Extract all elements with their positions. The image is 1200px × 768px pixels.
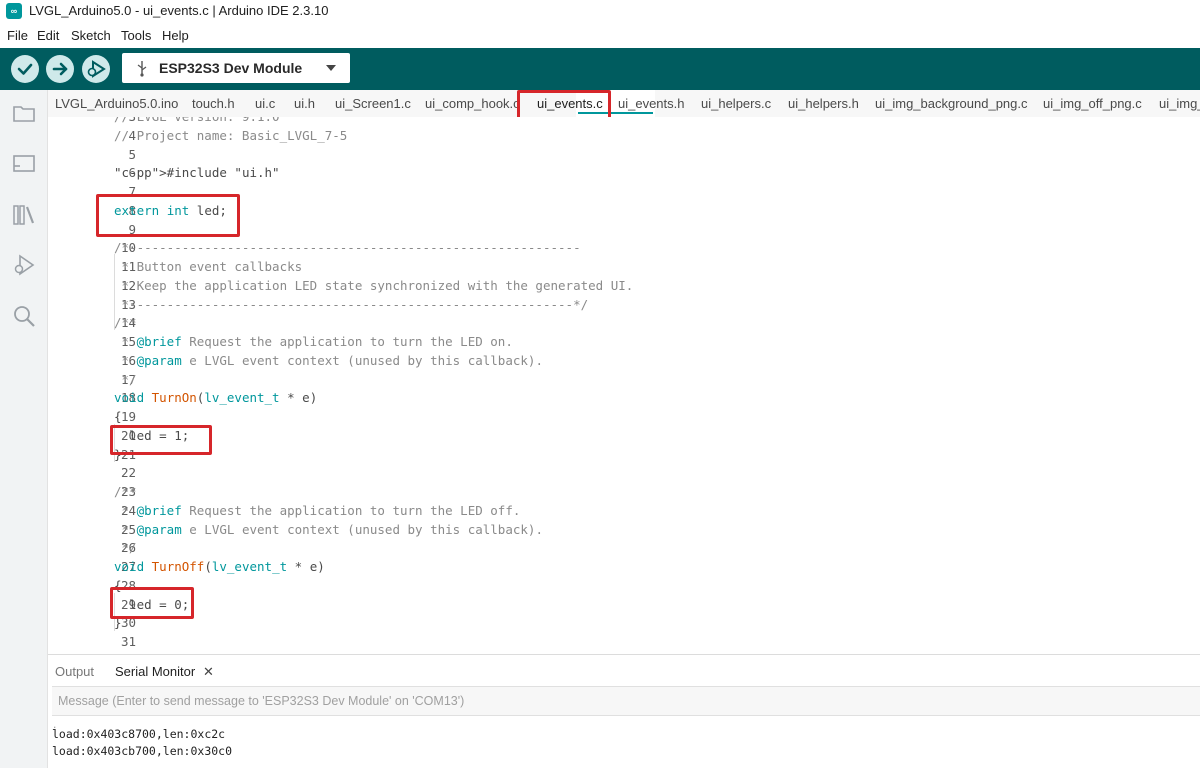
tab-ui-img-more[interactable]: ui_img_ [1159,95,1200,112]
serial-line: load:0x403c8700,len:0xc2c [52,727,226,741]
tab-output[interactable]: Output [55,663,94,680]
code-line[interactable]: 23/** [48,482,1200,501]
code-line[interactable]: 6 "c-pp">#include "ui.h" [48,163,1200,182]
file-tabs: LVGL_Arduino5.0.ino touch.h ui.c ui.h ui… [48,90,1200,118]
tab-touch-h[interactable]: touch.h [192,95,235,112]
code-line[interactable]: 21} [48,445,1200,464]
tab-ui-helpers-c[interactable]: ui_helpers.c [701,95,771,112]
tab-ui-img-off-png-c[interactable]: ui_img_off_png.c [1043,95,1142,112]
menu-bar: File Edit Sketch Tools Help [0,26,1200,46]
menu-edit[interactable]: Edit [37,27,59,45]
code-text: * Button event callbacks [114,259,303,274]
code-text: /*--------------------------------------… [114,240,581,256]
code-line[interactable]: 18 void TurnOn(lv_event_t * e) [48,388,1200,407]
serial-message-input[interactable]: Message (Enter to send message to 'ESP32… [52,686,1200,716]
serial-message-placeholder: Message (Enter to send message to 'ESP32… [58,694,465,708]
code-text: */ [114,540,137,556]
code-line[interactable]: 5 [48,145,1200,164]
search-icon[interactable] [11,303,37,329]
code-line[interactable]: 3// LVGL version: 9.1.0 [48,117,1200,126]
code-line[interactable]: 19{ [48,407,1200,426]
line-number: 19 [120,409,136,424]
code-text: /** [114,315,137,331]
code-text: // LVGL version: 9.1.0 [114,117,280,126]
code-line[interactable]: 11 * Button event callbacks [48,257,1200,276]
tab-ui-comp-hook-c[interactable]: ui_comp_hook.c [425,95,520,112]
code-text: { [114,409,122,424]
code-line[interactable]: 22 [48,463,1200,482]
line-number: 31 [120,634,136,649]
code-text: */ [114,371,137,387]
menu-tools[interactable]: Tools [121,27,151,45]
title-bar: ∞ LVGL_Arduino5.0 - ui_events.c | Arduin… [0,0,1200,24]
tab-ui-h[interactable]: ui.h [294,95,315,112]
code-line[interactable]: 14/** [48,313,1200,332]
tab-serial-monitor[interactable]: Serial Monitor [115,663,195,680]
code-text: * @param e LVGL event context (unused by… [114,521,543,537]
board-name: ESP32S3 Dev Module [159,60,303,76]
code-line[interactable]: 29 led = 0; [48,595,1200,614]
code-line[interactable]: 25 * @param e LVGL event context (unused… [48,520,1200,539]
menu-sketch[interactable]: Sketch [71,27,111,45]
code-line[interactable]: 17 */ [48,370,1200,389]
serial-line: load:0x403cb700,len:0x30c0 [52,744,233,758]
library-icon[interactable] [11,202,37,228]
code-line[interactable]: 20 led = 1; [48,426,1200,445]
debug-icon [87,60,106,78]
code-line[interactable]: 26 */ [48,538,1200,557]
code-line[interactable]: 27 void TurnOff(lv_event_t * e) [48,557,1200,576]
serial-output: . load:0x403c8700,len:0xc2c load:0x403cb… [52,716,1200,768]
code-line[interactable]: 10/*------------------------------------… [48,238,1200,257]
code-line[interactable]: 30} [48,613,1200,632]
line-number: 22 [120,465,136,481]
tab-ui-events-h[interactable]: ui_events.h [618,95,685,112]
code-line[interactable]: 31 [48,632,1200,651]
tab-ui-img-background-png-c[interactable]: ui_img_background_png.c [875,95,1028,112]
usb-icon [137,61,147,77]
upload-button[interactable] [46,55,74,83]
code-line[interactable]: 28{ [48,576,1200,595]
menu-help[interactable]: Help [162,27,189,45]
code-line[interactable]: 24 * @brief Request the application to t… [48,501,1200,520]
close-icon[interactable]: ✕ [203,663,214,680]
board-icon[interactable] [11,150,37,176]
tab-ui-helpers-h[interactable]: ui_helpers.h [788,95,859,112]
code-text: "c-pp">#include "ui.h" [114,165,280,181]
code-text: * @brief Request the application to turn… [114,334,513,349]
code-text: void TurnOn(lv_event_t * e) [114,390,318,406]
debug-button[interactable] [82,55,110,83]
code-line[interactable]: 16 * @param e LVGL event context (unused… [48,351,1200,370]
board-selector[interactable]: ESP32S3 Dev Module [122,53,350,83]
highlight-box-extern-led [96,194,240,237]
code-line[interactable]: 15 * @brief Request the application to t… [48,332,1200,351]
code-line[interactable]: 13 *------------------------------------… [48,295,1200,314]
code-text: /** [114,484,137,499]
debug-icon[interactable] [11,252,37,278]
folder-icon[interactable] [11,100,37,126]
code-text: * @brief Request the application to turn… [114,502,521,518]
code-text: * @param e LVGL event context (unused by… [114,352,543,368]
code-text: // Project name: Basic_LVGL_7-5 [114,127,348,143]
highlight-box-led-on [110,425,212,455]
line-number: 5 [128,146,136,162]
tab-ui-screen1-c[interactable]: ui_Screen1.c [335,95,411,112]
code-text: *---------------------------------------… [114,296,589,312]
window-title: LVGL_Arduino5.0 - ui_events.c | Arduino … [29,3,329,18]
code-text: void TurnOff(lv_event_t * e) [114,559,325,574]
highlight-box-led-off [110,587,194,619]
check-icon [17,63,33,75]
code-line[interactable]: 4// Project name: Basic_LVGL_7-5 [48,126,1200,145]
code-line[interactable]: 12 * Keep the application LED state sync… [48,276,1200,295]
menu-file[interactable]: File [7,27,28,45]
code-text: * Keep the application LED state synchro… [114,277,634,293]
arrow-right-icon [52,62,68,76]
arduino-logo-icon: ∞ [6,3,22,19]
tab-ui-c[interactable]: ui.c [255,95,275,112]
chevron-down-icon [326,65,336,71]
activity-sidebar [0,90,48,768]
tab-lvgl-arduino-ino[interactable]: LVGL_Arduino5.0.ino [55,95,178,112]
verify-button[interactable] [11,55,39,83]
bottom-panel-tabs: Output Serial Monitor ✕ [48,654,1200,685]
